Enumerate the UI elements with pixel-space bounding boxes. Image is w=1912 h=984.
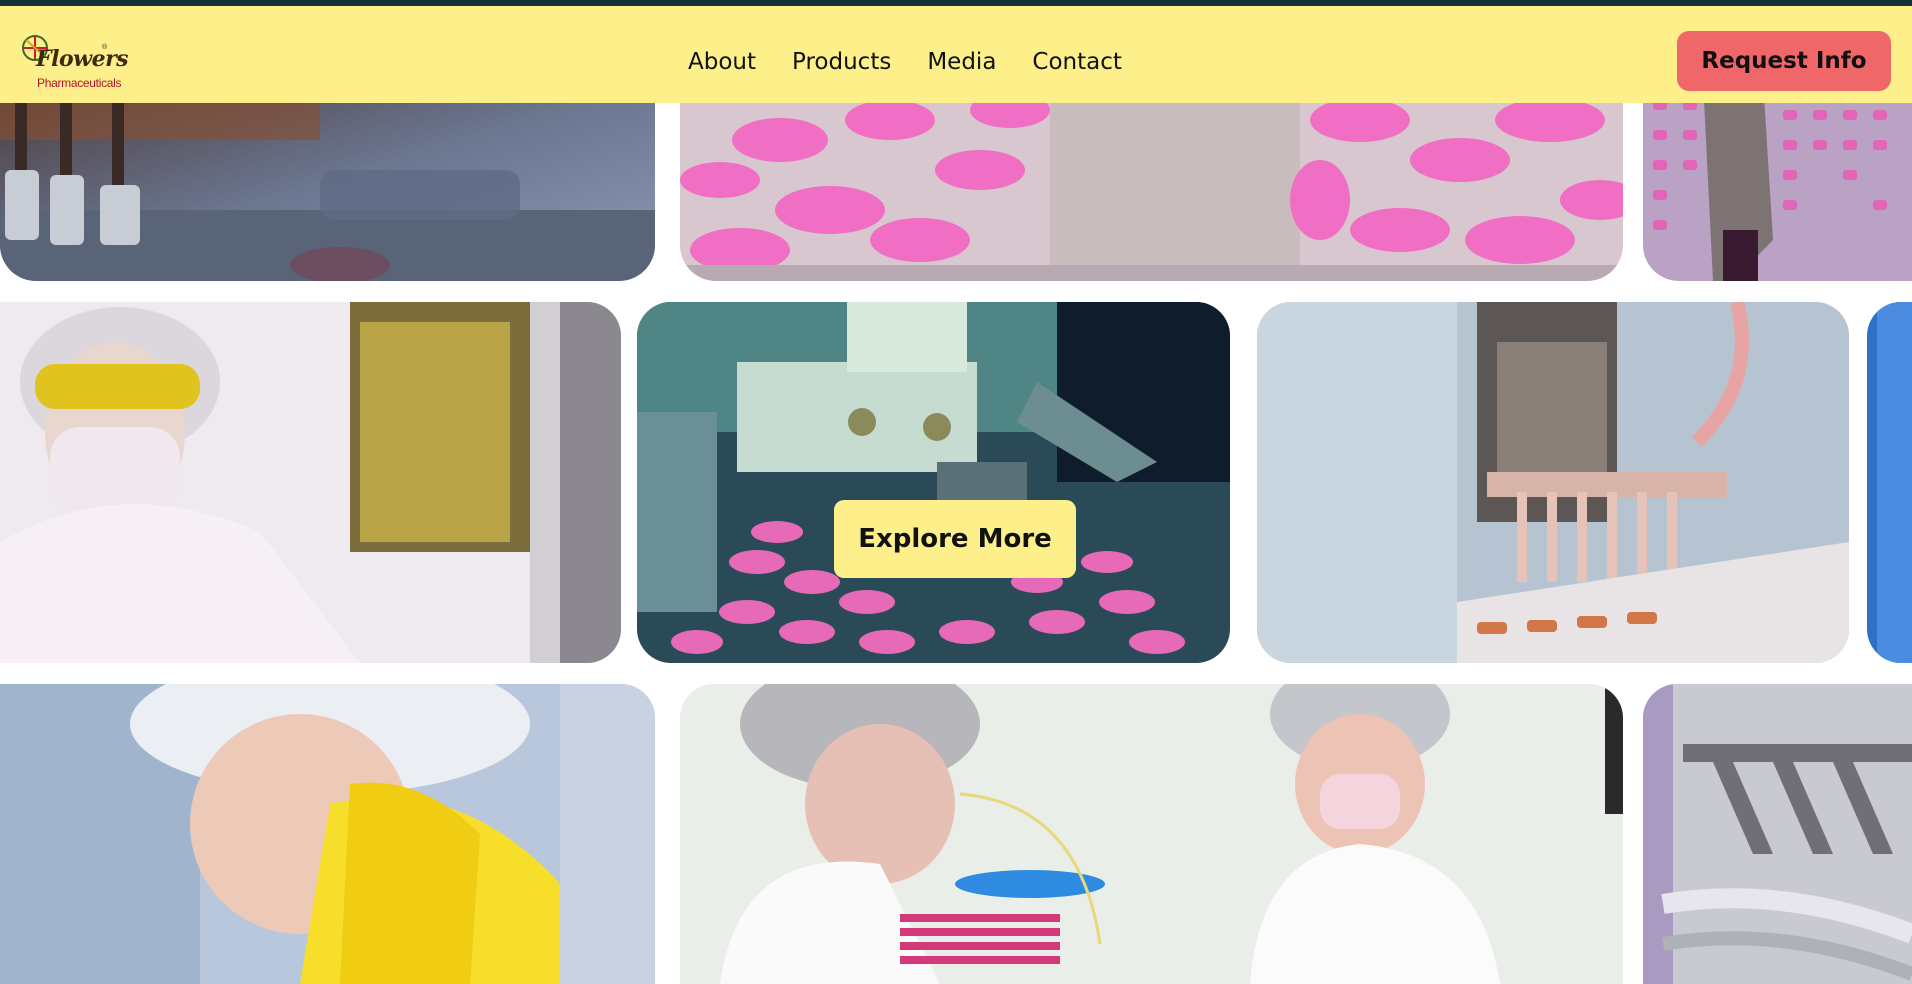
worker-yellow-coat-photo (0, 684, 655, 984)
nav-item-about[interactable]: About (688, 42, 756, 82)
site-header: Flowers ® Pharmaceuticals About Products… (0, 6, 1912, 103)
tablet-press-photo (637, 302, 1230, 663)
blister-pack-photo (1643, 80, 1912, 281)
logo-registered-mark: ® (102, 44, 108, 51)
explore-more-button[interactable]: Explore More (834, 500, 1076, 578)
pink-tablets-photo (680, 80, 1623, 281)
two-workers-photo (680, 684, 1623, 984)
nav-item-media[interactable]: Media (927, 42, 996, 82)
worker-goggles-photo (0, 302, 621, 663)
blue-edge-photo (1867, 302, 1912, 663)
brand-logo[interactable]: Flowers ® Pharmaceuticals (20, 24, 129, 90)
logo-subtitle: Pharmaceuticals (37, 76, 122, 90)
logo-wordmark: Flowers (36, 46, 129, 72)
nav-item-products[interactable]: Products (792, 42, 891, 82)
nav-item-contact[interactable]: Contact (1032, 42, 1121, 82)
main-nav: About Products Media Contact (688, 42, 1158, 82)
request-info-button[interactable]: Request Info (1677, 31, 1891, 91)
ampoule-filling-photo (1257, 302, 1849, 663)
steel-machine-photo (1643, 684, 1912, 984)
vial-machine-photo (0, 80, 655, 281)
